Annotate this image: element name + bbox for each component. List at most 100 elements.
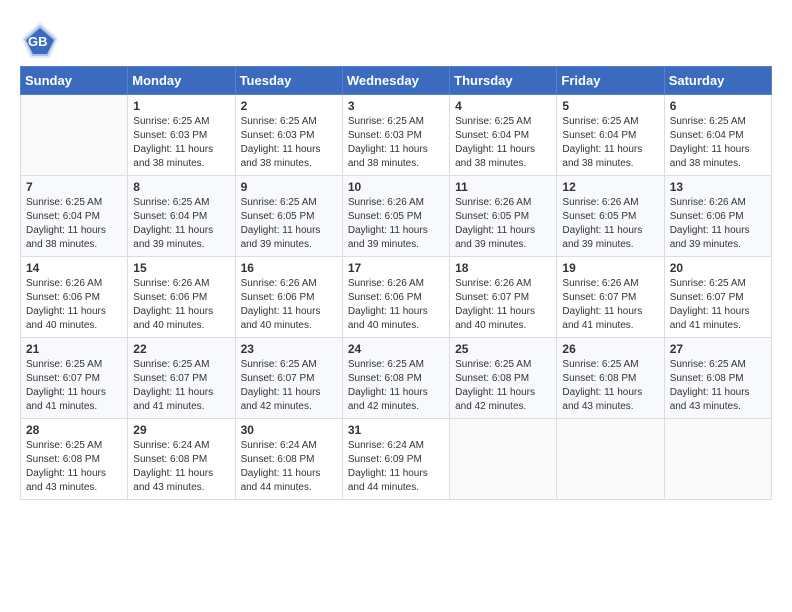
cell-info: Sunrise: 6:26 AM Sunset: 6:05 PM Dayligh… — [348, 196, 444, 252]
logo: GB — [20, 20, 60, 56]
cell-info: Sunrise: 6:25 AM Sunset: 6:03 PM Dayligh… — [241, 115, 337, 171]
cell-info: Sunrise: 6:24 AM Sunset: 6:09 PM Dayligh… — [348, 439, 444, 495]
cell-info: Sunrise: 6:25 AM Sunset: 6:08 PM Dayligh… — [348, 358, 444, 414]
page-header: GB — [20, 20, 772, 56]
calendar-cell: 10 Sunrise: 6:26 AM Sunset: 6:05 PM Dayli… — [342, 176, 449, 257]
header-tuesday: Tuesday — [235, 67, 342, 95]
day-number: 13 — [670, 180, 766, 194]
day-number: 19 — [562, 261, 658, 275]
header-thursday: Thursday — [450, 67, 557, 95]
calendar-cell: 30 Sunrise: 6:24 AM Sunset: 6:08 PM Dayli… — [235, 419, 342, 500]
calendar-cell: 17 Sunrise: 6:26 AM Sunset: 6:06 PM Dayli… — [342, 257, 449, 338]
cell-info: Sunrise: 6:25 AM Sunset: 6:07 PM Dayligh… — [133, 358, 229, 414]
calendar-cell: 6 Sunrise: 6:25 AM Sunset: 6:04 PM Daylig… — [664, 95, 771, 176]
cell-info: Sunrise: 6:26 AM Sunset: 6:05 PM Dayligh… — [562, 196, 658, 252]
header-sunday: Sunday — [21, 67, 128, 95]
calendar-cell: 20 Sunrise: 6:25 AM Sunset: 6:07 PM Dayli… — [664, 257, 771, 338]
day-number: 12 — [562, 180, 658, 194]
day-number: 7 — [26, 180, 122, 194]
header-friday: Friday — [557, 67, 664, 95]
cell-info: Sunrise: 6:25 AM Sunset: 6:04 PM Dayligh… — [26, 196, 122, 252]
day-number: 22 — [133, 342, 229, 356]
cell-info: Sunrise: 6:25 AM Sunset: 6:08 PM Dayligh… — [455, 358, 551, 414]
day-number: 25 — [455, 342, 551, 356]
calendar-cell: 29 Sunrise: 6:24 AM Sunset: 6:08 PM Dayli… — [128, 419, 235, 500]
day-number: 8 — [133, 180, 229, 194]
calendar-cell: 19 Sunrise: 6:26 AM Sunset: 6:07 PM Dayli… — [557, 257, 664, 338]
day-number: 11 — [455, 180, 551, 194]
day-number: 28 — [26, 423, 122, 437]
calendar-week-1: 7 Sunrise: 6:25 AM Sunset: 6:04 PM Daylig… — [21, 176, 772, 257]
cell-info: Sunrise: 6:26 AM Sunset: 6:07 PM Dayligh… — [455, 277, 551, 333]
calendar-cell: 18 Sunrise: 6:26 AM Sunset: 6:07 PM Dayli… — [450, 257, 557, 338]
svg-text:GB: GB — [28, 34, 48, 49]
calendar-cell: 26Sunrise: 6:25 AM Sunset: 6:08 PM Dayli… — [557, 338, 664, 419]
calendar-cell: 3 Sunrise: 6:25 AM Sunset: 6:03 PM Daylig… — [342, 95, 449, 176]
header-monday: Monday — [128, 67, 235, 95]
calendar-cell: 27 Sunrise: 6:25 AM Sunset: 6:08 PM Dayli… — [664, 338, 771, 419]
day-number: 14 — [26, 261, 122, 275]
calendar-cell: 21 Sunrise: 6:25 AM Sunset: 6:07 PM Dayli… — [21, 338, 128, 419]
day-number: 17 — [348, 261, 444, 275]
calendar-header: SundayMondayTuesdayWednesdayThursdayFrid… — [21, 67, 772, 95]
day-number: 9 — [241, 180, 337, 194]
header-wednesday: Wednesday — [342, 67, 449, 95]
day-number: 24 — [348, 342, 444, 356]
calendar-cell: 1Sunrise: 6:25 AM Sunset: 6:03 PM Daylig… — [128, 95, 235, 176]
calendar-week-4: 28 Sunrise: 6:25 AM Sunset: 6:08 PM Dayli… — [21, 419, 772, 500]
cell-info: Sunrise: 6:25 AM Sunset: 6:08 PM Dayligh… — [670, 358, 766, 414]
cell-info: Sunrise: 6:25 AM Sunset: 6:07 PM Dayligh… — [670, 277, 766, 333]
calendar-cell: 12 Sunrise: 6:26 AM Sunset: 6:05 PM Dayli… — [557, 176, 664, 257]
calendar-week-2: 14 Sunrise: 6:26 AM Sunset: 6:06 PM Dayli… — [21, 257, 772, 338]
cell-info: Sunrise: 6:24 AM Sunset: 6:08 PM Dayligh… — [241, 439, 337, 495]
day-number: 10 — [348, 180, 444, 194]
cell-info: Sunrise: 6:25 AM Sunset: 6:05 PM Dayligh… — [241, 196, 337, 252]
cell-info: Sunrise: 6:25 AM Sunset: 6:03 PM Dayligh… — [348, 115, 444, 171]
cell-info: Sunrise: 6:25 AM Sunset: 6:04 PM Dayligh… — [562, 115, 658, 171]
cell-info: Sunrise: 6:26 AM Sunset: 6:06 PM Dayligh… — [241, 277, 337, 333]
cell-info: Sunrise: 6:25 AM Sunset: 6:08 PM Dayligh… — [562, 358, 658, 414]
cell-info: Sunrise: 6:25 AM Sunset: 6:04 PM Dayligh… — [455, 115, 551, 171]
cell-info: Sunrise: 6:26 AM Sunset: 6:05 PM Dayligh… — [455, 196, 551, 252]
header-saturday: Saturday — [664, 67, 771, 95]
calendar-cell: 24 Sunrise: 6:25 AM Sunset: 6:08 PM Dayli… — [342, 338, 449, 419]
day-number: 4 — [455, 99, 551, 113]
cell-info: Sunrise: 6:25 AM Sunset: 6:07 PM Dayligh… — [241, 358, 337, 414]
calendar-cell: 25 Sunrise: 6:25 AM Sunset: 6:08 PM Dayli… — [450, 338, 557, 419]
day-number: 20 — [670, 261, 766, 275]
calendar-cell — [664, 419, 771, 500]
cell-info: Sunrise: 6:26 AM Sunset: 6:06 PM Dayligh… — [670, 196, 766, 252]
cell-info: Sunrise: 6:26 AM Sunset: 6:06 PM Dayligh… — [348, 277, 444, 333]
cell-info: Sunrise: 6:26 AM Sunset: 6:06 PM Dayligh… — [26, 277, 122, 333]
calendar-body: 1 Sunrise: 6:25 AM Sunset: 6:03 PM Daylig… — [21, 95, 772, 500]
day-number: 2 — [241, 99, 337, 113]
calendar-cell: 15Sunrise: 6:26 AM Sunset: 6:06 PM Dayli… — [128, 257, 235, 338]
day-number: 30 — [241, 423, 337, 437]
calendar-cell: 11 Sunrise: 6:26 AM Sunset: 6:05 PM Dayli… — [450, 176, 557, 257]
day-number: 3 — [348, 99, 444, 113]
calendar-cell: 9 Sunrise: 6:25 AM Sunset: 6:05 PM Daylig… — [235, 176, 342, 257]
day-number: 1 — [133, 99, 229, 113]
day-number: 18 — [455, 261, 551, 275]
day-number: 6 — [670, 99, 766, 113]
cell-info: Sunrise: 6:24 AM Sunset: 6:08 PM Dayligh… — [133, 439, 229, 495]
calendar-week-0: 1 Sunrise: 6:25 AM Sunset: 6:03 PM Daylig… — [21, 95, 772, 176]
day-number: 5 — [562, 99, 658, 113]
calendar-cell: 13 Sunrise: 6:26 AM Sunset: 6:06 PM Dayli… — [664, 176, 771, 257]
calendar-cell: 2 Sunrise: 6:25 AM Sunset: 6:03 PM Daylig… — [235, 95, 342, 176]
calendar-cell: 8Sunrise: 6:25 AM Sunset: 6:04 PM Daylig… — [128, 176, 235, 257]
day-number: 31 — [348, 423, 444, 437]
cell-info: Sunrise: 6:25 AM Sunset: 6:07 PM Dayligh… — [26, 358, 122, 414]
header-row: SundayMondayTuesdayWednesdayThursdayFrid… — [21, 67, 772, 95]
day-number: 27 — [670, 342, 766, 356]
cell-info: Sunrise: 6:25 AM Sunset: 6:04 PM Dayligh… — [670, 115, 766, 171]
day-number: 29 — [133, 423, 229, 437]
cell-info: Sunrise: 6:25 AM Sunset: 6:08 PM Dayligh… — [26, 439, 122, 495]
day-number: 21 — [26, 342, 122, 356]
calendar-table: SundayMondayTuesdayWednesdayThursdayFrid… — [20, 66, 772, 500]
calendar-cell: 4 Sunrise: 6:25 AM Sunset: 6:04 PM Daylig… — [450, 95, 557, 176]
calendar-cell — [557, 419, 664, 500]
calendar-cell — [21, 95, 128, 176]
cell-info: Sunrise: 6:26 AM Sunset: 6:07 PM Dayligh… — [562, 277, 658, 333]
calendar-cell: 23Sunrise: 6:25 AM Sunset: 6:07 PM Dayli… — [235, 338, 342, 419]
